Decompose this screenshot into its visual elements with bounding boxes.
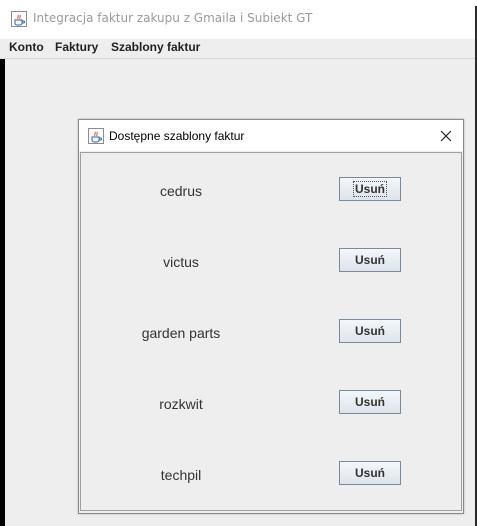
dialog-title: Dostępne szablony faktur: [109, 129, 245, 143]
delete-template-button[interactable]: Usuń: [339, 319, 401, 343]
template-row: rozkwit Usuń: [81, 390, 461, 430]
template-name: cedrus: [159, 183, 203, 199]
delete-template-button[interactable]: Usuń: [339, 248, 401, 272]
templates-list: cedrus Usuń victus Usuń garden parts Usu…: [80, 152, 462, 511]
java-cup-icon: [88, 128, 104, 148]
delete-button-label: Usuń: [355, 466, 385, 480]
window-left-edge: [0, 59, 5, 526]
menu-bar: Konto Faktury Szablony faktur: [0, 39, 477, 59]
template-row: cedrus Usuń: [81, 177, 461, 217]
delete-button-label: Usuń: [355, 395, 385, 409]
template-name: garden parts: [141, 325, 221, 341]
window-title: Integracja faktur zakupu z Gmaila i Subi…: [33, 11, 313, 25]
template-name: techpil: [160, 467, 202, 483]
template-name: rozkwit: [159, 396, 203, 412]
window-title-bar[interactable]: Integracja faktur zakupu z Gmaila i Subi…: [0, 0, 477, 39]
main-window: Integracja faktur zakupu z Gmaila i Subi…: [0, 0, 477, 526]
menu-szablony-faktur[interactable]: Szablony faktur: [111, 40, 200, 54]
template-row: techpil Usuń: [81, 461, 461, 501]
template-row: victus Usuń: [81, 248, 461, 288]
delete-template-button[interactable]: Usuń: [339, 390, 401, 414]
java-cup-icon: [11, 11, 27, 31]
delete-template-button[interactable]: Usuń: [339, 177, 401, 201]
template-name: victus: [163, 254, 199, 270]
dialog-close-button[interactable]: [431, 122, 461, 149]
delete-template-button[interactable]: Usuń: [339, 461, 401, 485]
delete-button-label: Usuń: [355, 253, 385, 267]
dialog-title-bar[interactable]: Dostępne szablony faktur: [79, 120, 463, 151]
delete-button-label: Usuń: [353, 181, 387, 197]
delete-button-label: Usuń: [355, 324, 385, 338]
menu-faktury[interactable]: Faktury: [55, 40, 98, 54]
template-row: garden parts Usuń: [81, 319, 461, 359]
templates-dialog: Dostępne szablony faktur cedrus Usuń vic…: [78, 119, 464, 514]
menu-konto[interactable]: Konto: [9, 40, 44, 54]
close-icon: [440, 130, 452, 142]
